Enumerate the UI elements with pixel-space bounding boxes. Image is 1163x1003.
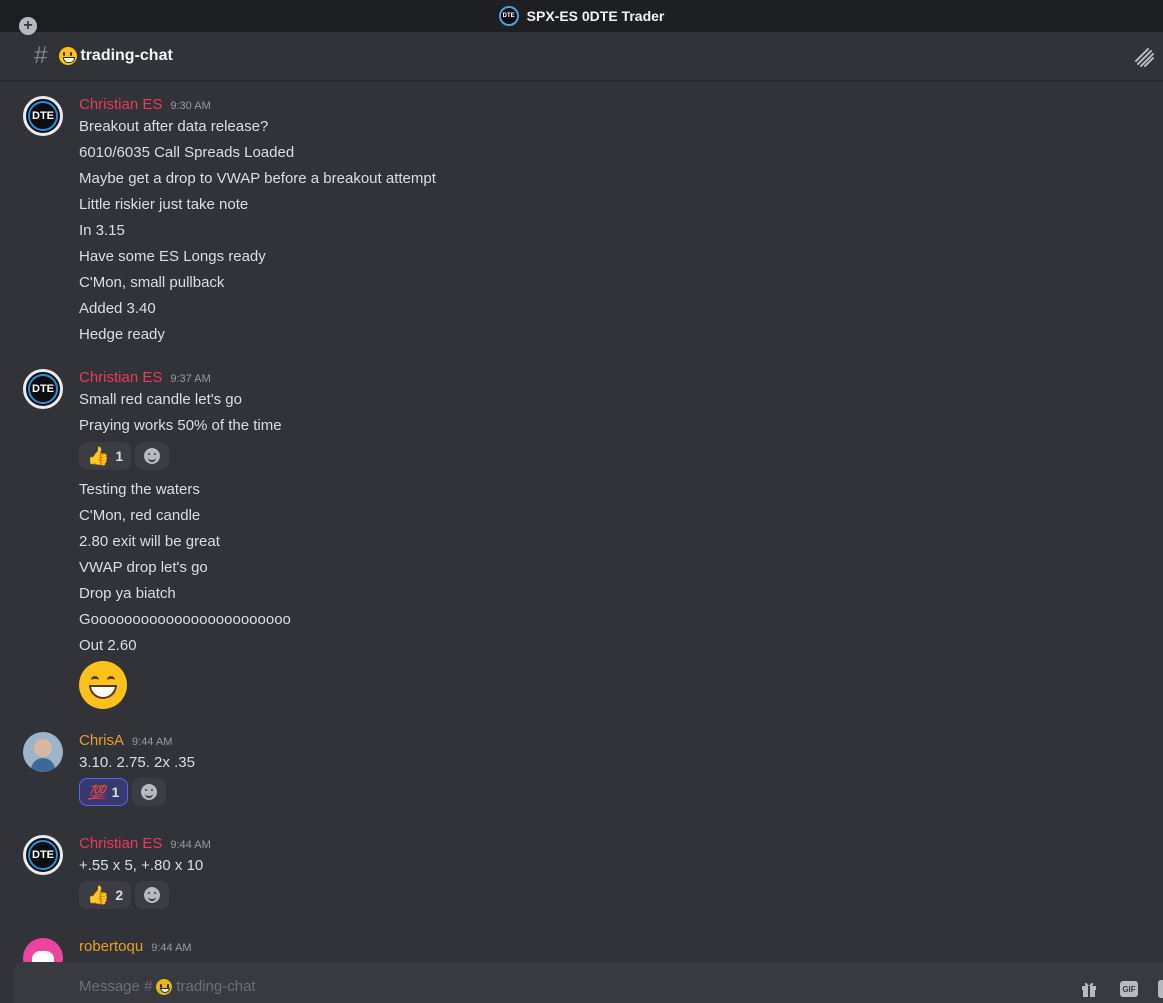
message-line: +.55 x 5, +.80 x 10 [79, 857, 204, 874]
message-line: Added 3.40 [79, 300, 156, 317]
timestamp: 9:30 AM [170, 100, 211, 112]
channel-header: # trading-chat [0, 32, 1163, 81]
message-line: Testing the waters [79, 481, 200, 498]
message-line: In 3.15 [79, 222, 125, 239]
message-header: robertoqu 9:44 AM [79, 938, 192, 955]
message-list: DTE Christian ES 9:30 AM Breakout after … [0, 82, 1163, 962]
add-reaction-icon [141, 784, 158, 800]
grinning-face-icon [156, 978, 173, 995]
add-reaction-button[interactable] [132, 778, 167, 806]
threads-icon[interactable] [1133, 46, 1155, 68]
window-title: SPX-ES 0DTE Trader [526, 8, 665, 24]
sticker-icon[interactable] [1158, 980, 1163, 998]
thumbs-up-icon: 👍 [87, 885, 110, 905]
author-name[interactable]: Christian ES [79, 369, 162, 386]
message-line: Have some ES Longs ready [79, 248, 266, 265]
reaction-bar: 👍 2 [79, 881, 170, 909]
message-line: Breakout after data release? [79, 118, 269, 135]
avatar[interactable]: DTE [23, 369, 63, 409]
reaction-thumbs-up[interactable]: 👍 1 [79, 442, 132, 470]
avatar[interactable] [23, 732, 63, 772]
reaction-bar: 👍 1 [79, 442, 170, 470]
message-header: Christian ES 9:44 AM [79, 835, 211, 852]
timestamp: 9:37 AM [170, 373, 211, 385]
author-name[interactable]: Christian ES [79, 835, 162, 852]
composer-placeholder-channel: trading-chat [176, 978, 256, 995]
message-line: Goooooooooooooooooooooooo [79, 611, 291, 628]
reaction-bar: 💯 1 [79, 778, 167, 806]
avatar[interactable] [23, 938, 63, 962]
message-line: 2.80 exit will be great [79, 533, 220, 550]
add-reaction-icon [144, 448, 161, 464]
avatar[interactable]: DTE [23, 835, 63, 875]
message-header: Christian ES 9:30 AM [79, 96, 211, 113]
message-line: Drop ya biatch [79, 585, 176, 602]
message-header: Christian ES 9:37 AM [79, 369, 211, 386]
message-line: Praying works 50% of the time [79, 417, 282, 434]
message-line: VWAP drop let's go [79, 559, 208, 576]
composer-placeholder-prefix: Message # [79, 978, 153, 995]
add-reaction-icon [144, 887, 161, 903]
channel-name: trading-chat [80, 47, 173, 64]
attach-plus-icon[interactable]: + [19, 17, 37, 35]
reaction-count: 1 [111, 784, 120, 800]
timestamp: 9:44 AM [151, 942, 192, 954]
reaction-count: 2 [115, 887, 124, 903]
server-logo-icon: DTE [498, 6, 519, 26]
message-line: Out 2.60 [79, 637, 137, 654]
channel-hash-icon: # [34, 42, 48, 69]
message-line: Hedge ready [79, 326, 165, 343]
hundred-points-icon: 💯 [88, 783, 106, 800]
timestamp: 9:44 AM [132, 736, 173, 748]
thumbs-up-icon: 👍 [87, 446, 110, 466]
avatar[interactable]: DTE [23, 96, 63, 136]
reaction-hundred[interactable]: 💯 1 [79, 778, 129, 806]
author-name[interactable]: ChrisA [79, 732, 124, 749]
message-line: C'Mon, red candle [79, 507, 201, 524]
grinning-face-with-smiling-eyes-icon [79, 661, 127, 709]
message-line: C'Mon, small pullback [79, 274, 225, 291]
message-header: ChrisA 9:44 AM [79, 732, 172, 749]
timestamp: 9:44 AM [170, 839, 211, 851]
window-titlebar: DTE SPX-ES 0DTE Trader [0, 0, 1163, 32]
reaction-count: 1 [115, 448, 124, 464]
gift-icon[interactable] [1080, 980, 1098, 998]
add-reaction-button[interactable] [135, 881, 170, 909]
message-input[interactable]: Message # trading-chat [79, 978, 256, 995]
add-reaction-button[interactable] [135, 442, 170, 470]
reaction-thumbs-up[interactable]: 👍 2 [79, 881, 132, 909]
gif-button[interactable]: GIF [1120, 981, 1138, 997]
message-line: 3.10. 2.75. 2x .35 [79, 754, 195, 771]
author-name[interactable]: robertoqu [79, 938, 143, 955]
message-line: Maybe get a drop to VWAP before a breako… [79, 170, 436, 187]
message-line: Small red candle let's go [79, 391, 242, 408]
message-line: 6010/6035 Call Spreads Loaded [79, 144, 295, 161]
author-name[interactable]: Christian ES [79, 96, 162, 113]
message-line: Little riskier just take note [79, 196, 249, 213]
grinning-face-icon [59, 47, 78, 65]
